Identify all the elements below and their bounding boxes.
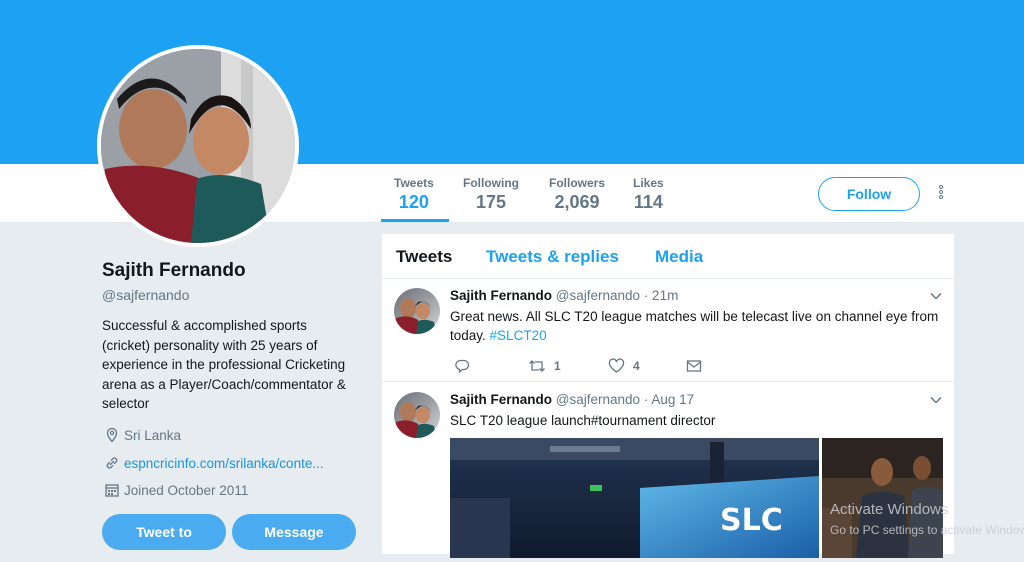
tweet-text: SLC T20 league launch#tournament directo… <box>450 413 716 428</box>
reply-action[interactable] <box>454 358 478 374</box>
avatar-illustration <box>101 49 295 243</box>
tab-tweets-replies[interactable]: Tweets & replies <box>486 247 619 267</box>
profile-joined-text: Joined October 2011 <box>124 482 249 498</box>
stat-likes[interactable]: Likes 114 <box>633 176 664 213</box>
location-icon <box>104 427 120 443</box>
retweet-icon <box>529 360 545 372</box>
tweet-avatar[interactable] <box>394 392 440 438</box>
timeline-tabs: Tweets Tweets & replies Media <box>382 234 954 279</box>
tweet-handle[interactable]: @sajfernando <box>556 392 640 407</box>
tweet-header: Sajith Fernando @sajfernando · 21m <box>450 288 678 303</box>
activate-windows-watermark: Activate Windows Go to PC settings to ac… <box>830 500 1024 540</box>
profile-website[interactable]: espncricinfo.com/srilanka/conte... <box>104 455 324 471</box>
profile-location-text: Sri Lanka <box>124 427 182 443</box>
link-icon <box>104 455 120 471</box>
tweet-author[interactable]: Sajith Fernando <box>450 392 552 407</box>
tweet-to-button[interactable]: Tweet to <box>102 514 226 550</box>
stat-tweets[interactable]: Tweets 120 <box>394 176 434 213</box>
profile-website-link[interactable]: espncricinfo.com/srilanka/conte... <box>124 456 324 471</box>
caret-down-icon[interactable] <box>930 396 942 404</box>
reply-icon <box>455 359 470 374</box>
tweet-avatar[interactable] <box>394 288 440 334</box>
stat-followers[interactable]: Followers 2,069 <box>549 176 605 213</box>
calendar-icon <box>104 482 120 498</box>
caret-down-icon[interactable] <box>930 292 942 300</box>
stat-following-value: 175 <box>475 192 507 212</box>
profile-location: Sri Lanka <box>104 427 181 443</box>
profile-joined: Joined October 2011 <box>104 482 248 498</box>
stat-likes-label: Likes <box>633 176 664 190</box>
tweet-header: Sajith Fernando @sajfernando · Aug 17 <box>450 392 694 407</box>
active-stat-indicator <box>381 219 449 222</box>
stat-tweets-label: Tweets <box>394 176 434 190</box>
panel-photo <box>822 438 943 558</box>
like-action[interactable]: 4 <box>608 358 640 374</box>
tweet-media-photo-2[interactable] <box>822 438 943 558</box>
follow-button[interactable]: Follow <box>818 177 920 211</box>
tweet-media-photo[interactable]: SLC <box>450 438 819 558</box>
tab-tweets[interactable]: Tweets <box>396 247 452 267</box>
tweet-text: Great news. All SLC T20 league matches w… <box>450 307 940 345</box>
profile-handle[interactable]: @sajfernando <box>102 287 189 303</box>
tweet-time[interactable]: · 21m <box>644 288 679 303</box>
tweet-time[interactable]: · Aug 17 <box>644 392 694 407</box>
dm-icon <box>686 360 702 372</box>
tab-media[interactable]: Media <box>655 247 703 267</box>
retweet-action[interactable]: 1 <box>528 358 561 374</box>
profile-name: Sajith Fernando <box>102 260 246 281</box>
like-icon <box>608 358 625 373</box>
profile-avatar[interactable] <box>97 45 299 247</box>
retweet-count: 1 <box>554 359 561 373</box>
watermark-subtitle: Go to PC settings to activate Windows. <box>830 523 1024 537</box>
avatar-photo <box>101 49 295 243</box>
message-button[interactable]: Message <box>232 514 356 550</box>
media-text: SLC <box>720 503 783 538</box>
event-photo: SLC <box>450 438 819 558</box>
like-count: 4 <box>633 359 640 373</box>
tweet-hashtag[interactable]: #SLCT20 <box>490 328 547 343</box>
watermark-title: Activate Windows <box>830 501 949 518</box>
stat-followers-value: 2,069 <box>554 192 600 212</box>
dm-action[interactable] <box>686 358 710 374</box>
profile-bio: Successful & accomplished sports (cricke… <box>102 318 346 411</box>
tweet-handle[interactable]: @sajfernando <box>556 288 640 303</box>
stat-followers-label: Followers <box>549 176 606 190</box>
stat-tweets-value: 120 <box>398 192 429 212</box>
tweet-author[interactable]: Sajith Fernando <box>450 288 552 303</box>
stat-following[interactable]: Following 175 <box>463 176 519 213</box>
stat-likes-value: 114 <box>633 192 663 212</box>
more-vertical-icon[interactable] <box>938 185 946 203</box>
tweet-item[interactable]: Sajith Fernando @sajfernando · 21m Great… <box>382 278 954 382</box>
stat-following-label: Following <box>463 176 519 190</box>
